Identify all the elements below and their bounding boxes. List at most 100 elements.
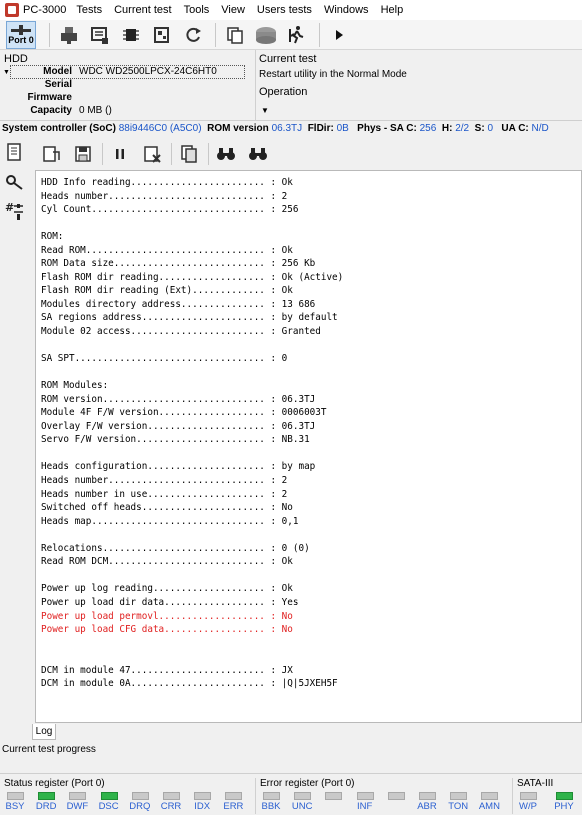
led-indicator bbox=[387, 792, 405, 800]
log-line: Flash ROM dir reading...................… bbox=[41, 271, 344, 283]
led-indicator bbox=[131, 792, 149, 800]
menu-help[interactable]: Help bbox=[381, 4, 404, 16]
copy-pages-icon bbox=[227, 26, 243, 44]
chip-button[interactable] bbox=[117, 22, 145, 48]
log-toolbar-separator bbox=[208, 143, 209, 165]
log-line: Power up log reading....................… bbox=[41, 583, 293, 595]
log-line: Read ROM DCM............................… bbox=[41, 556, 293, 568]
led-indicator bbox=[356, 792, 374, 800]
log-line: Switched off heads......................… bbox=[41, 502, 293, 514]
log-line: Heads number............................… bbox=[41, 475, 288, 487]
phys-sa-value: 256 bbox=[419, 123, 437, 134]
led-indicator bbox=[263, 792, 280, 800]
log-line: Heads number in use.....................… bbox=[41, 488, 288, 500]
drive-connect-button[interactable] bbox=[55, 22, 83, 48]
status-register-caption: Status register (Port 0) bbox=[4, 778, 105, 789]
clear-log-icon bbox=[144, 146, 161, 163]
capacity-value: 0 MB () bbox=[79, 105, 112, 116]
port-0-button[interactable]: Port 0 bbox=[6, 20, 36, 49]
pc3000-window: PC-3000 Tests Current test Tools View Us… bbox=[0, 0, 582, 815]
refresh-drive-button[interactable] bbox=[179, 22, 207, 48]
menu-users-tests[interactable]: Users tests bbox=[257, 4, 312, 16]
led-label: PHY bbox=[554, 801, 574, 812]
led-indicator bbox=[481, 792, 499, 800]
disk-button[interactable] bbox=[252, 22, 280, 48]
menu-view[interactable]: View bbox=[221, 4, 245, 16]
pause-icon bbox=[116, 149, 124, 159]
capacity-label: Capacity bbox=[30, 105, 72, 116]
menu-current-test[interactable]: Current test bbox=[114, 4, 171, 16]
log-save-button[interactable] bbox=[70, 142, 96, 166]
drive-info-button[interactable] bbox=[86, 22, 114, 48]
log-line: Read ROM................................… bbox=[41, 244, 293, 256]
log-line: HDD Info reading........................… bbox=[41, 177, 293, 188]
main-toolbar: Port 0 bbox=[0, 20, 582, 50]
binoculars-icon bbox=[217, 148, 235, 160]
log-text-area[interactable]: HDD Info reading........................… bbox=[35, 170, 582, 723]
hdd-capacity-row: Capacity 0 MB () bbox=[0, 105, 255, 118]
copy-button[interactable] bbox=[221, 22, 249, 48]
drive-plug-icon bbox=[61, 26, 77, 44]
log-line: Flash ROM dir reading (Ext).............… bbox=[41, 285, 293, 297]
log-find-next-button[interactable] bbox=[245, 142, 271, 166]
log-copy-button[interactable] bbox=[176, 142, 202, 166]
fldir-value: 0B bbox=[336, 123, 349, 134]
rom-version-value: 06.3TJ bbox=[271, 123, 303, 134]
fldir-label: FlDir: bbox=[307, 123, 334, 134]
log-line: SA regions address......................… bbox=[41, 312, 338, 324]
tab-log[interactable]: Log bbox=[32, 724, 56, 740]
scroll-log-button[interactable] bbox=[2, 140, 26, 164]
menu-tools[interactable]: Tools bbox=[184, 4, 210, 16]
hdd-caption: HDD bbox=[4, 53, 28, 65]
port-label: Port 0 bbox=[8, 35, 34, 45]
hash-tool-button[interactable]: # bbox=[2, 199, 26, 223]
led-indicator bbox=[450, 792, 468, 800]
error-register-caption: Error register (Port 0) bbox=[260, 778, 355, 789]
log-line: Modules directory address...............… bbox=[41, 298, 316, 310]
hdd-firmware-row: Firmware bbox=[0, 92, 255, 105]
menu-windows[interactable]: Windows bbox=[324, 4, 369, 16]
operation-caption: Operation bbox=[259, 86, 308, 98]
search-tool-button[interactable] bbox=[2, 171, 26, 195]
led-indicator bbox=[100, 792, 118, 800]
board-icon bbox=[154, 26, 169, 43]
log-line: Heads configuration.....................… bbox=[41, 461, 316, 473]
log-open-button[interactable] bbox=[38, 142, 64, 166]
current-test-caption: Current test bbox=[259, 53, 317, 65]
sata-caption: SATA-III bbox=[517, 778, 554, 789]
led-indicator bbox=[69, 792, 87, 800]
run-button[interactable] bbox=[283, 22, 311, 48]
led-label: ERR bbox=[223, 801, 244, 812]
operation-dropdown-icon[interactable]: ▼ bbox=[261, 106, 269, 115]
soc-label: System controller (SoC) bbox=[2, 123, 116, 134]
led-indicator bbox=[419, 792, 436, 800]
start-button[interactable] bbox=[325, 22, 353, 48]
log-line: DCM in module 47........................… bbox=[41, 664, 293, 676]
menu-tests[interactable]: Tests bbox=[76, 4, 102, 16]
log-line: DCM in module 0A........................… bbox=[41, 678, 338, 690]
log-line: Relocations.............................… bbox=[41, 542, 310, 554]
log-line: SA SPT..................................… bbox=[41, 353, 288, 365]
log-find-button[interactable] bbox=[213, 142, 239, 166]
led-label: UNC bbox=[291, 801, 313, 812]
led-label: CRR bbox=[160, 801, 182, 812]
svg-text:#: # bbox=[5, 201, 14, 214]
led-indicator bbox=[556, 792, 573, 800]
log-toolbar-separator bbox=[171, 143, 172, 165]
log-clear-button[interactable] bbox=[139, 142, 165, 166]
led-label: TON bbox=[448, 801, 469, 812]
toolbar-separator bbox=[319, 22, 320, 47]
scroll-icon bbox=[7, 143, 21, 161]
running-man-icon bbox=[289, 25, 304, 43]
log-pause-button[interactable] bbox=[107, 142, 133, 166]
register-status-bar: Status register (Port 0) Error register … bbox=[0, 773, 582, 815]
led-label: ABR bbox=[417, 801, 437, 812]
board-button[interactable] bbox=[148, 22, 176, 48]
log-line: Power up load permovl...................… bbox=[41, 610, 293, 622]
